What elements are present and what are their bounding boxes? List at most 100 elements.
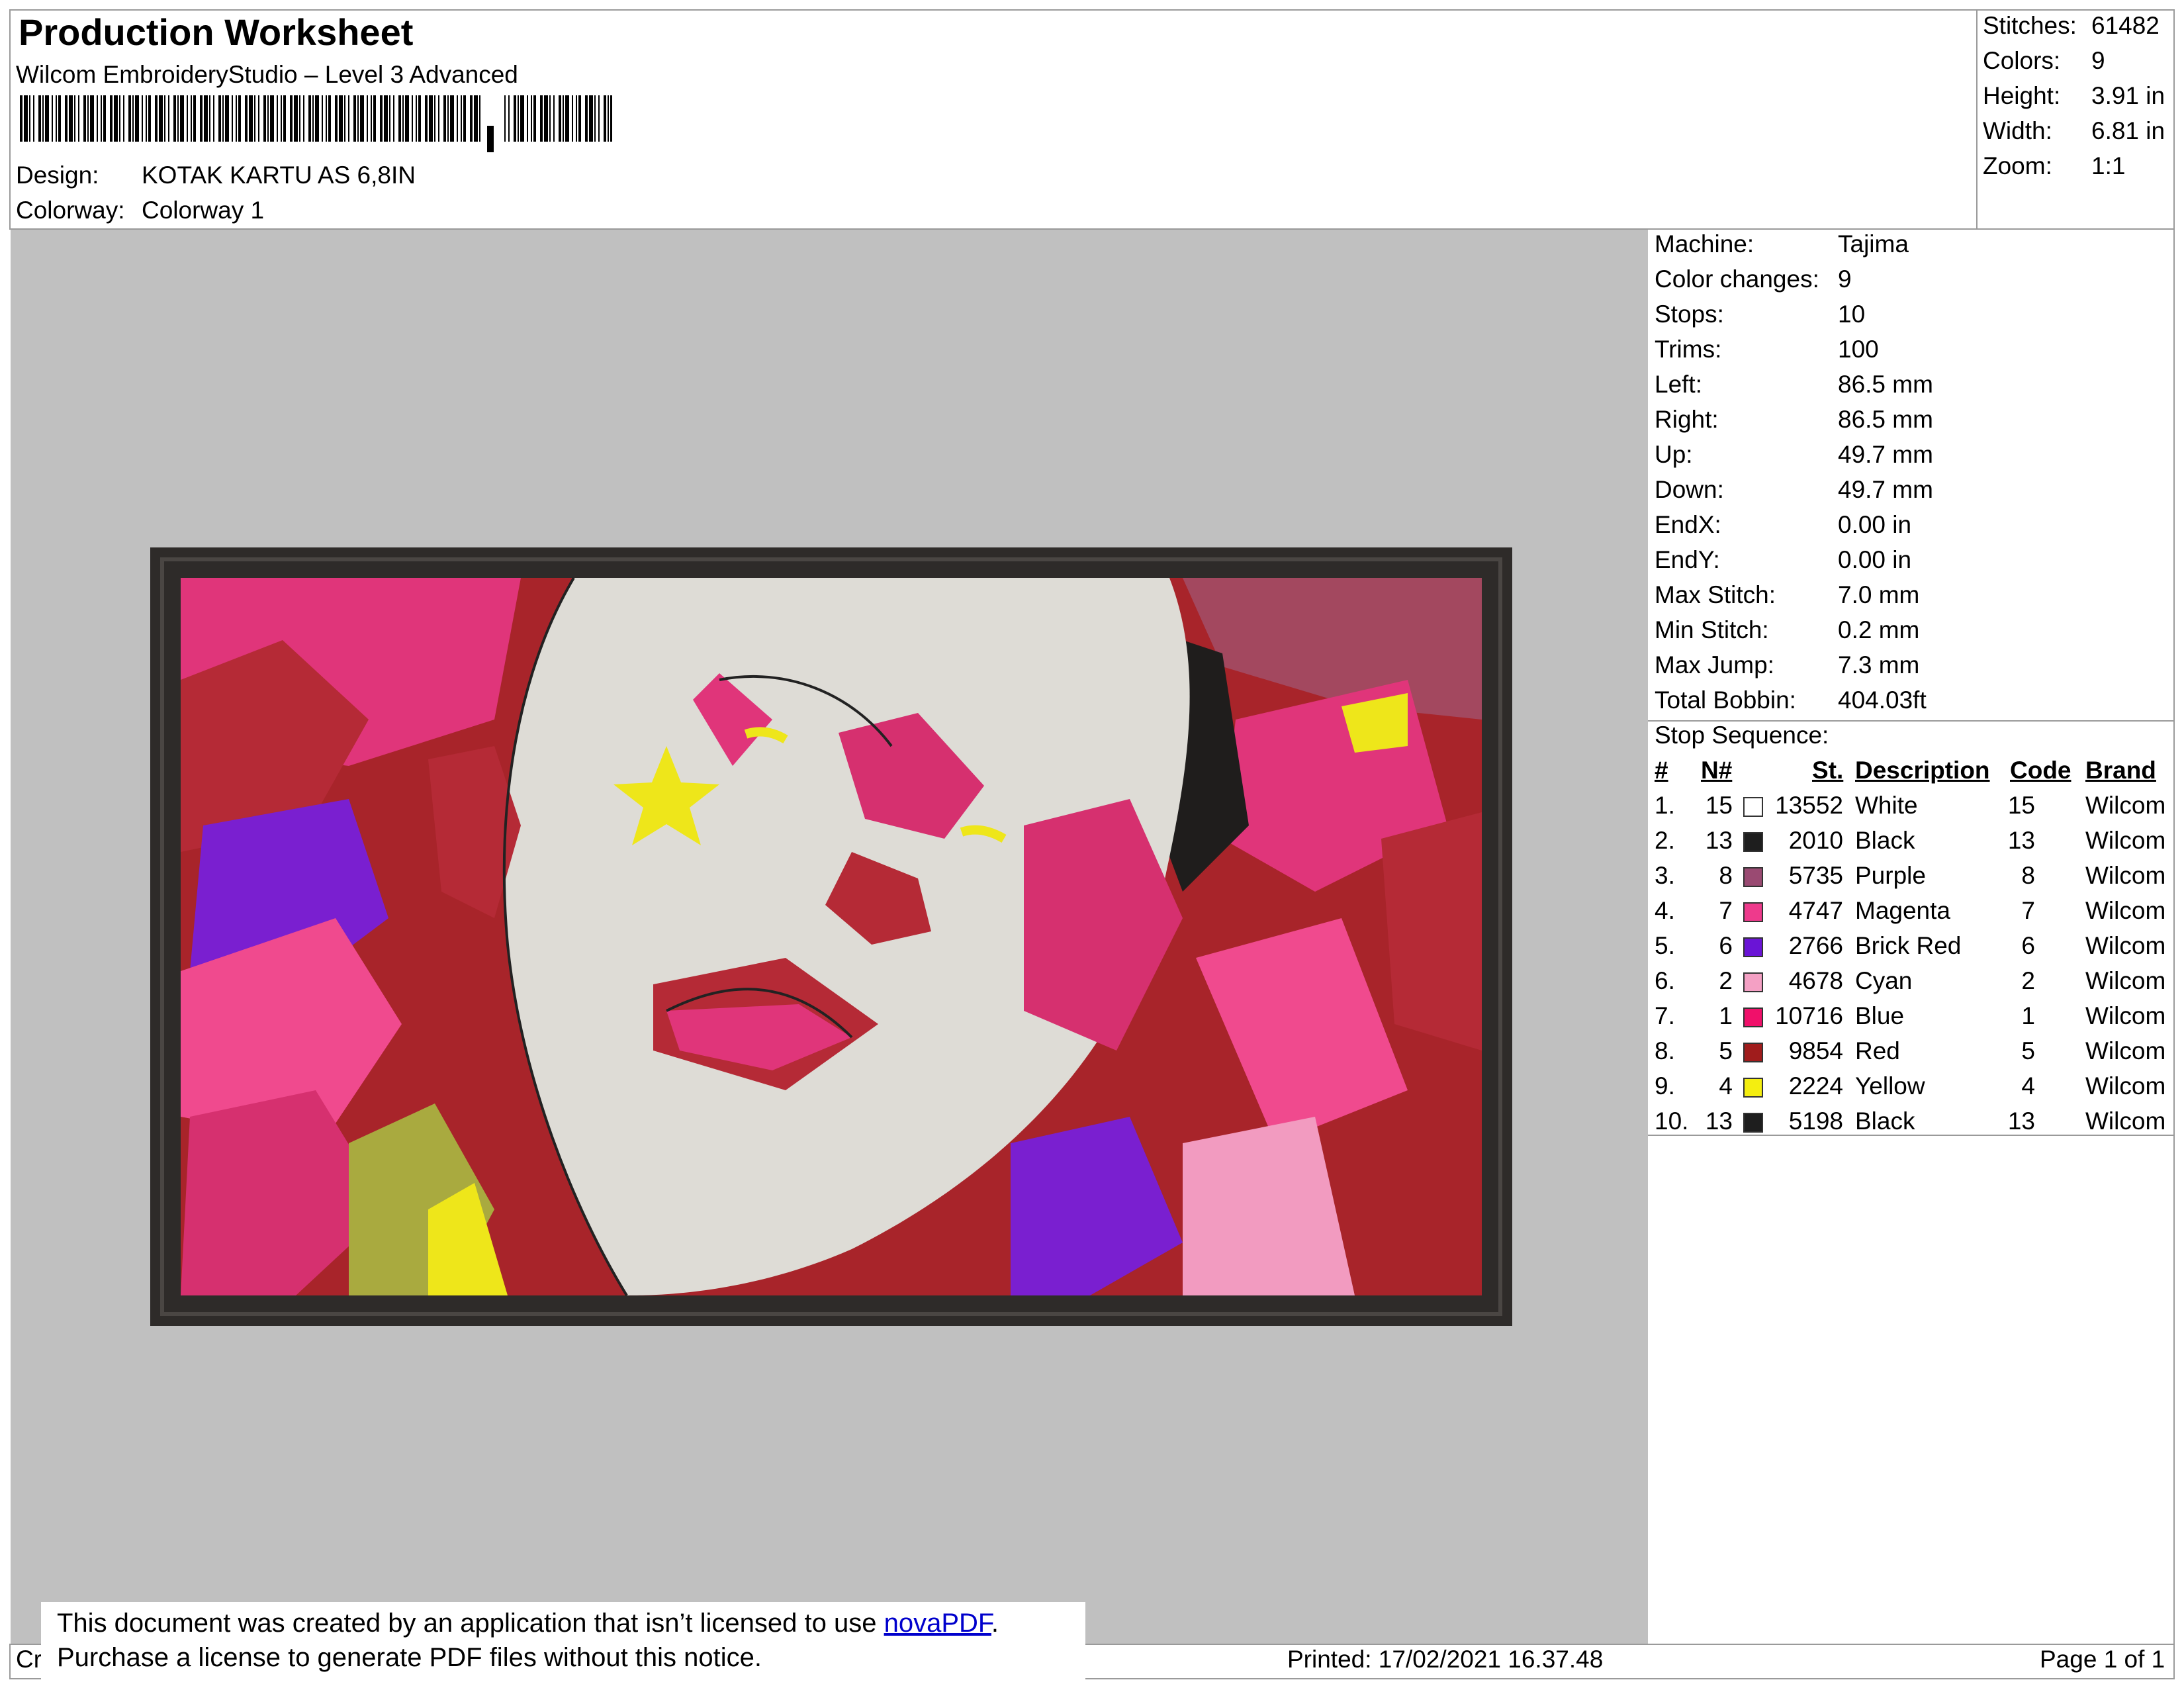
endx-label: EndX: (1655, 511, 1721, 538)
summary-value: 6.81 in (2091, 117, 2165, 144)
row-brand: Wilcom (2085, 932, 2166, 959)
trims-value: 100 (1838, 336, 1879, 363)
row-brand: Wilcom (2085, 1002, 2166, 1029)
color-swatch (1743, 972, 1763, 992)
notice-line-1: This document was created by an applicat… (57, 1606, 1085, 1640)
row-index: 10. (1655, 1107, 1689, 1135)
color-swatch (1743, 832, 1763, 852)
row-description: Black (1855, 1107, 1915, 1135)
row-description: Blue (1855, 1002, 1905, 1029)
row-code: 15 (2007, 792, 2035, 819)
colorway-label: Colorway: (16, 197, 125, 224)
stop-sequence-title: Stop Sequence: (1655, 722, 1829, 749)
color-swatch (1743, 1078, 1763, 1098)
row-needle: 13 (1705, 827, 1733, 854)
col-header-code: Code (2010, 757, 2071, 784)
row-description: Brick Red (1855, 932, 1962, 959)
design-preview (11, 230, 1648, 1644)
notice-line-2: Purchase a license to generate PDF files… (57, 1643, 762, 1672)
row-needle: 2 (1719, 967, 1733, 994)
row-stitches: 5735 (1788, 862, 1843, 889)
color-swatch (1743, 1008, 1763, 1027)
max-stitch-label: Max Stitch: (1655, 581, 1776, 608)
total-bobbin-value: 404.03ft (1838, 686, 1927, 714)
row-code: 2 (2021, 967, 2035, 994)
row-code: 8 (2021, 862, 2035, 889)
barcode (20, 95, 612, 152)
color-swatch (1743, 1113, 1763, 1133)
row-needle: 1 (1719, 1002, 1733, 1029)
row-code: 5 (2021, 1037, 2035, 1064)
row-needle: 4 (1719, 1072, 1733, 1100)
row-index: 6. (1655, 967, 1675, 994)
row-code: 6 (2021, 932, 2035, 959)
machine-label: Machine: (1655, 230, 1754, 258)
row-brand: Wilcom (2085, 1107, 2166, 1135)
row-needle: 6 (1719, 932, 1733, 959)
notice-punct: . (991, 1609, 999, 1638)
row-code: 13 (2007, 1107, 2035, 1135)
color-swatch (1743, 937, 1763, 957)
row-description: Cyan (1855, 967, 1913, 994)
row-stitches: 2010 (1788, 827, 1843, 854)
row-brand: Wilcom (2085, 827, 2166, 854)
page-title: Production Worksheet (19, 11, 414, 53)
color-changes-value: 9 (1838, 265, 1852, 293)
row-stitches: 4747 (1788, 897, 1843, 924)
divider (1648, 1135, 2173, 1136)
footer-left-text: Cr (16, 1646, 42, 1673)
row-index: 9. (1655, 1072, 1675, 1100)
min-stitch-label: Min Stitch: (1655, 616, 1769, 643)
colorway-value: Colorway 1 (142, 197, 265, 224)
stops-value: 10 (1838, 301, 1866, 328)
summary-label: Stitches: (1983, 12, 2077, 39)
notice-text: This document was created by an applicat… (57, 1609, 884, 1638)
row-needle: 15 (1705, 792, 1733, 819)
color-changes-label: Color changes: (1655, 265, 1819, 293)
summary-label: Width: (1983, 117, 2052, 144)
novapdf-link[interactable]: novaPDF (884, 1609, 991, 1638)
row-stitches: 5198 (1788, 1107, 1843, 1135)
summary-value: 61482 (2091, 12, 2160, 39)
row-brand: Wilcom (2085, 1072, 2166, 1100)
row-stitches: 10716 (1775, 1002, 1843, 1029)
min-stitch-value: 0.2 mm (1838, 616, 1920, 643)
row-index: 4. (1655, 897, 1675, 924)
max-jump-value: 7.3 mm (1838, 651, 1920, 679)
row-index: 1. (1655, 792, 1675, 819)
summary-value: 1:1 (2091, 152, 2126, 179)
color-swatch (1743, 867, 1763, 887)
summary-label: Height: (1983, 82, 2061, 109)
row-needle: 13 (1705, 1107, 1733, 1135)
row-index: 5. (1655, 932, 1675, 959)
right-label: Right: (1655, 406, 1719, 433)
row-brand: Wilcom (2085, 897, 2166, 924)
max-jump-label: Max Jump: (1655, 651, 1774, 679)
row-needle: 7 (1719, 897, 1733, 924)
col-header-stitches: St. (1812, 757, 1844, 784)
down-value: 49.7 mm (1838, 476, 1933, 503)
row-stitches: 2224 (1788, 1072, 1843, 1100)
summary-value: 3.91 in (2091, 82, 2165, 109)
summary-value: 9 (2091, 47, 2105, 74)
machine-value: Tajima (1838, 230, 1909, 258)
row-stitches: 4678 (1788, 967, 1843, 994)
row-description: Red (1855, 1037, 1900, 1064)
row-description: Magenta (1855, 897, 1950, 924)
row-description: White (1855, 792, 1918, 819)
up-label: Up: (1655, 441, 1693, 468)
color-swatch (1743, 797, 1763, 817)
trims-label: Trims: (1655, 336, 1722, 363)
stops-label: Stops: (1655, 301, 1724, 328)
row-index: 3. (1655, 862, 1675, 889)
col-header-brand: Brand (2085, 757, 2156, 784)
left-value: 86.5 mm (1838, 371, 1933, 398)
summary-label: Zoom: (1983, 152, 2052, 179)
row-brand: Wilcom (2085, 967, 2166, 994)
row-needle: 8 (1719, 862, 1733, 889)
row-index: 8. (1655, 1037, 1675, 1064)
summary-label: Colors: (1983, 47, 2061, 74)
row-code: 1 (2021, 1002, 2035, 1029)
row-stitches: 9854 (1788, 1037, 1843, 1064)
row-stitches: 13552 (1775, 792, 1843, 819)
